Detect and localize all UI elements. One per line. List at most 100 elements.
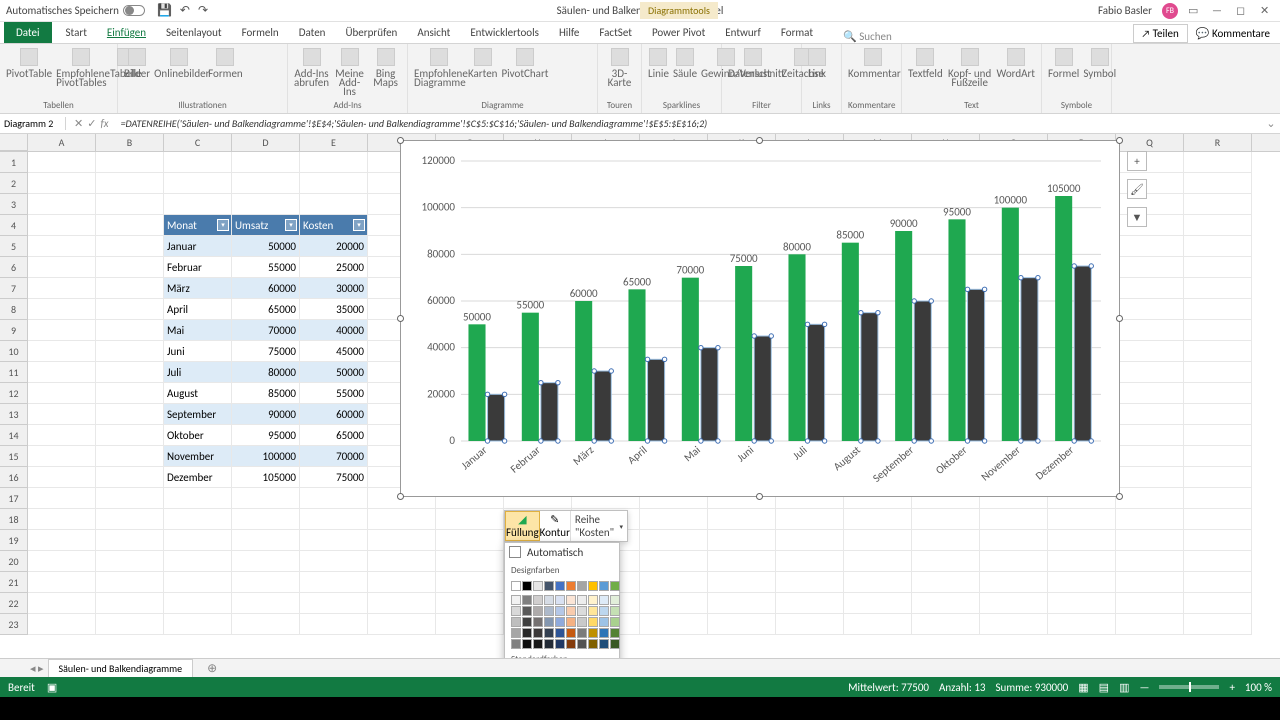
- cell[interactable]: [232, 551, 300, 572]
- ribbon-sule[interactable]: Säule: [673, 46, 697, 78]
- cell[interactable]: [776, 593, 844, 614]
- cell[interactable]: [844, 593, 912, 614]
- tab-formeln[interactable]: Formeln: [232, 22, 289, 43]
- cell[interactable]: [164, 572, 232, 593]
- name-box[interactable]: Diagramm 2: [0, 117, 66, 130]
- cell[interactable]: [96, 152, 164, 173]
- color-swatch[interactable]: [588, 581, 598, 591]
- tab-format[interactable]: Format: [771, 22, 823, 43]
- cell[interactable]: [164, 173, 232, 194]
- autosave-toggle[interactable]: Automatisches Speichern: [6, 4, 145, 17]
- cell[interactable]: [1116, 572, 1184, 593]
- cell[interactable]: [1184, 194, 1252, 215]
- color-swatch[interactable]: [577, 617, 587, 627]
- cell[interactable]: [1048, 572, 1116, 593]
- color-swatch[interactable]: [555, 617, 565, 627]
- cell[interactable]: [708, 593, 776, 614]
- view-normal-icon[interactable]: ▦: [1078, 681, 1088, 694]
- cell[interactable]: [708, 509, 776, 530]
- cell[interactable]: [1116, 257, 1184, 278]
- color-swatch[interactable]: [610, 581, 620, 591]
- cell[interactable]: [1184, 572, 1252, 593]
- cell[interactable]: 50000: [300, 362, 368, 383]
- cell[interactable]: [436, 551, 504, 572]
- cell[interactable]: [96, 299, 164, 320]
- cell[interactable]: [708, 551, 776, 572]
- cell[interactable]: [1184, 257, 1252, 278]
- cell[interactable]: [164, 530, 232, 551]
- user-name[interactable]: Fabio Basler: [1098, 4, 1152, 17]
- cell[interactable]: [28, 299, 96, 320]
- tab-entwurf[interactable]: Entwurf: [715, 22, 771, 43]
- ribbon-karten[interactable]: Karten: [468, 46, 497, 78]
- cell[interactable]: Dezember: [164, 467, 232, 488]
- col-header[interactable]: D: [232, 134, 300, 151]
- color-swatch[interactable]: [555, 606, 565, 616]
- maximize-icon[interactable]: ◻: [1236, 4, 1250, 18]
- cell[interactable]: [912, 530, 980, 551]
- color-swatch[interactable]: [577, 628, 587, 638]
- cell[interactable]: [96, 509, 164, 530]
- col-header[interactable]: R: [1184, 134, 1252, 151]
- color-swatch[interactable]: [610, 617, 620, 627]
- cell[interactable]: [300, 488, 368, 509]
- ribbon-formel[interactable]: Formel: [1048, 46, 1079, 78]
- ribbon-wordart[interactable]: WordArt: [997, 46, 1035, 78]
- color-swatch[interactable]: [577, 606, 587, 616]
- cell[interactable]: [1116, 488, 1184, 509]
- cell[interactable]: [232, 593, 300, 614]
- redo-icon[interactable]: ↷: [198, 3, 208, 18]
- color-swatch[interactable]: [610, 639, 620, 649]
- cell[interactable]: [28, 173, 96, 194]
- cell[interactable]: [96, 194, 164, 215]
- ribbon-bingmaps[interactable]: Bing Maps: [370, 46, 401, 87]
- cell[interactable]: [1184, 215, 1252, 236]
- cell[interactable]: [96, 404, 164, 425]
- cell[interactable]: [28, 572, 96, 593]
- cell[interactable]: [1184, 278, 1252, 299]
- cell[interactable]: [1184, 551, 1252, 572]
- cell[interactable]: [980, 593, 1048, 614]
- cell[interactable]: [640, 530, 708, 551]
- minimize-icon[interactable]: —: [1212, 4, 1226, 18]
- color-swatch[interactable]: [588, 595, 598, 605]
- color-swatch[interactable]: [610, 628, 620, 638]
- chart-filter-button[interactable]: ▼: [1127, 207, 1147, 227]
- color-swatch[interactable]: [588, 639, 598, 649]
- cell[interactable]: [1116, 362, 1184, 383]
- color-swatch[interactable]: [599, 639, 609, 649]
- cell[interactable]: 40000: [300, 320, 368, 341]
- ribbon-onlinebilder[interactable]: Onlinebilder: [154, 46, 204, 78]
- ribbon-options-icon[interactable]: ▭: [1188, 4, 1202, 18]
- color-swatch[interactable]: [566, 606, 576, 616]
- tab-seitenlayout[interactable]: Seitenlayout: [156, 22, 232, 43]
- cell[interactable]: Juli: [164, 362, 232, 383]
- cell[interactable]: [844, 572, 912, 593]
- cell[interactable]: [232, 509, 300, 530]
- close-icon[interactable]: ✕: [1260, 4, 1274, 18]
- color-swatch[interactable]: [610, 595, 620, 605]
- ribbon-formen[interactable]: Formen: [208, 46, 243, 78]
- color-swatch[interactable]: [599, 628, 609, 638]
- ribbon-link[interactable]: Link: [808, 46, 826, 78]
- cell[interactable]: [1116, 425, 1184, 446]
- cell[interactable]: [1048, 551, 1116, 572]
- cell[interactable]: [232, 572, 300, 593]
- cell[interactable]: [1184, 614, 1252, 635]
- cell[interactable]: [1116, 467, 1184, 488]
- cell[interactable]: [1184, 488, 1252, 509]
- color-swatch[interactable]: [522, 581, 532, 591]
- cell[interactable]: [912, 551, 980, 572]
- cell[interactable]: [1184, 341, 1252, 362]
- cell[interactable]: [96, 467, 164, 488]
- ribbon-datenschnitt[interactable]: Datenschnitt: [728, 46, 778, 78]
- cell[interactable]: [28, 551, 96, 572]
- ribbon-pivottable[interactable]: PivotTable: [6, 46, 52, 78]
- cell[interactable]: [708, 572, 776, 593]
- cell[interactable]: 75000: [232, 341, 300, 362]
- cell[interactable]: Oktober: [164, 425, 232, 446]
- color-swatch[interactable]: [533, 581, 543, 591]
- cell[interactable]: [1116, 446, 1184, 467]
- cell[interactable]: [232, 194, 300, 215]
- color-swatch[interactable]: [577, 581, 587, 591]
